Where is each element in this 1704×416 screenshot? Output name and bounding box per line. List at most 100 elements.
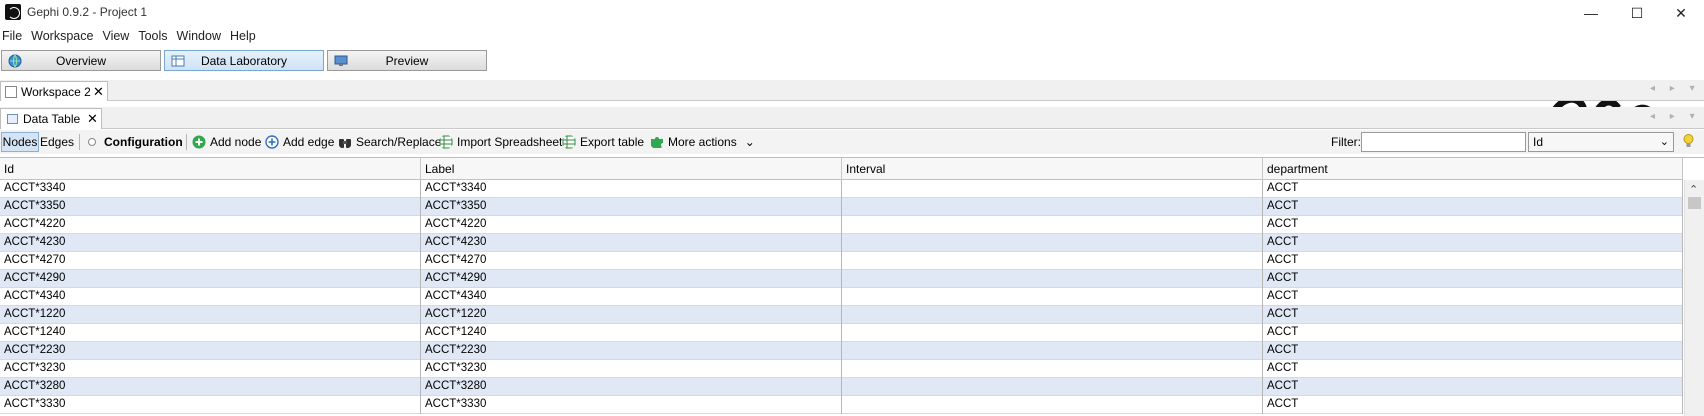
cell-label[interactable]: ACCT*1240 <box>421 324 842 342</box>
close-icon[interactable]: ✕ <box>87 111 98 127</box>
cell-department[interactable]: ACCT <box>1263 252 1683 270</box>
cell-department[interactable]: ACCT <box>1263 234 1683 252</box>
tab-workspace-2[interactable]: Workspace 2 ✕ <box>0 81 108 101</box>
cell-department[interactable]: ACCT <box>1263 342 1683 360</box>
cell-label[interactable]: ACCT*4290 <box>421 270 842 288</box>
cell-department[interactable]: ACCT <box>1263 288 1683 306</box>
cell-department[interactable]: ACCT <box>1263 324 1683 342</box>
cell-id[interactable]: ACCT*3330 <box>0 396 421 414</box>
lightbulb-icon[interactable] <box>1683 134 1694 149</box>
table-row[interactable]: ACCT*3340 ACCT*3340 ACCT <box>0 180 1683 198</box>
close-window-button[interactable]: ✕ <box>1658 0 1704 26</box>
cell-interval[interactable] <box>842 342 1263 360</box>
menu-window[interactable]: Window <box>173 27 226 47</box>
cell-label[interactable]: ACCT*4220 <box>421 216 842 234</box>
cell-interval[interactable] <box>842 180 1263 198</box>
cell-id[interactable]: ACCT*4270 <box>0 252 421 270</box>
cell-id[interactable]: ACCT*3350 <box>0 198 421 216</box>
cell-label[interactable]: ACCT*4340 <box>421 288 842 306</box>
cell-interval[interactable] <box>842 288 1263 306</box>
cell-interval[interactable] <box>842 324 1263 342</box>
cell-id[interactable]: ACCT*3340 <box>0 180 421 198</box>
cell-department[interactable]: ACCT <box>1263 306 1683 324</box>
cell-department[interactable]: ACCT <box>1263 180 1683 198</box>
cell-label[interactable]: ACCT*3280 <box>421 378 842 396</box>
cell-label[interactable]: ACCT*4230 <box>421 234 842 252</box>
cell-id[interactable]: ACCT*1220 <box>0 306 421 324</box>
cell-interval[interactable] <box>842 270 1263 288</box>
maximize-button[interactable]: ☐ <box>1614 0 1660 26</box>
cell-id[interactable]: ACCT*4220 <box>0 216 421 234</box>
edges-toggle[interactable]: Edges <box>40 132 74 152</box>
filter-column-select[interactable]: Id ⌄ <box>1528 132 1674 152</box>
cell-department[interactable]: ACCT <box>1263 198 1683 216</box>
menu-tools[interactable]: Tools <box>134 27 172 47</box>
table-row[interactable]: ACCT*4270 ACCT*4270 ACCT <box>0 252 1683 270</box>
workspace-tab-nav-icon[interactable]: ◂ ▸ ▾ <box>1650 83 1701 94</box>
table-row[interactable]: ACCT*3230 ACCT*3230 ACCT <box>0 360 1683 378</box>
close-icon[interactable]: ✕ <box>93 84 104 100</box>
cell-label[interactable]: ACCT*3350 <box>421 198 842 216</box>
table-row[interactable]: ACCT*4290 ACCT*4290 ACCT <box>0 270 1683 288</box>
table-row[interactable]: ACCT*4230 ACCT*4230 ACCT <box>0 234 1683 252</box>
cell-department[interactable]: ACCT <box>1263 270 1683 288</box>
table-row[interactable]: ACCT*3330 ACCT*3330 ACCT <box>0 396 1683 414</box>
menu-file[interactable]: File <box>0 27 27 47</box>
cell-id[interactable]: ACCT*2230 <box>0 342 421 360</box>
configuration-button[interactable]: Configuration <box>86 132 183 152</box>
add-node-button[interactable]: Add node <box>192 132 261 152</box>
table-row[interactable]: ACCT*4220 ACCT*4220 ACCT <box>0 216 1683 234</box>
cell-department[interactable]: ACCT <box>1263 378 1683 396</box>
column-header-label[interactable]: Label <box>421 158 842 180</box>
minimize-button[interactable]: — <box>1568 0 1614 26</box>
cell-label[interactable]: ACCT*3330 <box>421 396 842 414</box>
cell-interval[interactable] <box>842 198 1263 216</box>
add-edge-button[interactable]: Add edge <box>265 132 334 152</box>
cell-label[interactable]: ACCT*4270 <box>421 252 842 270</box>
vertical-scrollbar[interactable]: ⌃ <box>1684 180 1704 416</box>
column-header-interval[interactable]: Interval <box>842 158 1263 180</box>
scroll-up-icon[interactable]: ⌃ <box>1689 183 1698 196</box>
cell-id[interactable]: ACCT*4290 <box>0 270 421 288</box>
import-spreadsheet-button[interactable]: Import Spreadsheet <box>439 132 562 152</box>
table-row[interactable]: ACCT*3280 ACCT*3280 ACCT <box>0 378 1683 396</box>
filter-input[interactable] <box>1361 132 1526 152</box>
cell-interval[interactable] <box>842 306 1263 324</box>
cell-interval[interactable] <box>842 252 1263 270</box>
data-laboratory-button[interactable]: Data Laboratory <box>164 50 324 71</box>
table-row[interactable]: ACCT*3350 ACCT*3350 ACCT <box>0 198 1683 216</box>
tab-data-table[interactable]: Data Table ✕ <box>0 108 102 129</box>
cell-interval[interactable] <box>842 360 1263 378</box>
cell-interval[interactable] <box>842 234 1263 252</box>
nodes-toggle[interactable]: Nodes <box>1 132 39 152</box>
cell-id[interactable]: ACCT*4230 <box>0 234 421 252</box>
table-row[interactable]: ACCT*4340 ACCT*4340 ACCT <box>0 288 1683 306</box>
cell-id[interactable]: ACCT*3280 <box>0 378 421 396</box>
scrollbar-thumb[interactable] <box>1688 197 1701 209</box>
menu-view[interactable]: View <box>98 27 134 47</box>
cell-label[interactable]: ACCT*3340 <box>421 180 842 198</box>
cell-label[interactable]: ACCT*1220 <box>421 306 842 324</box>
cell-label[interactable]: ACCT*3230 <box>421 360 842 378</box>
menu-workspace[interactable]: Workspace <box>27 27 98 47</box>
cell-department[interactable]: ACCT <box>1263 216 1683 234</box>
cell-label[interactable]: ACCT*2230 <box>421 342 842 360</box>
cell-department[interactable]: ACCT <box>1263 360 1683 378</box>
table-row[interactable]: ACCT*1220 ACCT*1220 ACCT <box>0 306 1683 324</box>
cell-interval[interactable] <box>842 396 1263 414</box>
menu-help[interactable]: Help <box>226 27 261 47</box>
column-header-department[interactable]: department <box>1263 158 1683 180</box>
export-table-button[interactable]: Export table <box>562 132 644 152</box>
table-row[interactable]: ACCT*1240 ACCT*1240 ACCT <box>0 324 1683 342</box>
column-header-id[interactable]: Id <box>0 158 421 180</box>
cell-department[interactable]: ACCT <box>1263 396 1683 414</box>
search-replace-button[interactable]: Search/Replace <box>338 132 441 152</box>
preview-button[interactable]: Preview <box>327 50 487 71</box>
cell-id[interactable]: ACCT*3230 <box>0 360 421 378</box>
table-row[interactable]: ACCT*2230 ACCT*2230 ACCT <box>0 342 1683 360</box>
cell-id[interactable]: ACCT*1240 <box>0 324 421 342</box>
cell-id[interactable]: ACCT*4340 <box>0 288 421 306</box>
overview-button[interactable]: Overview <box>1 50 161 71</box>
cell-interval[interactable] <box>842 216 1263 234</box>
data-table-tab-nav-icon[interactable]: ◂ ▸ ▾ <box>1650 111 1701 122</box>
